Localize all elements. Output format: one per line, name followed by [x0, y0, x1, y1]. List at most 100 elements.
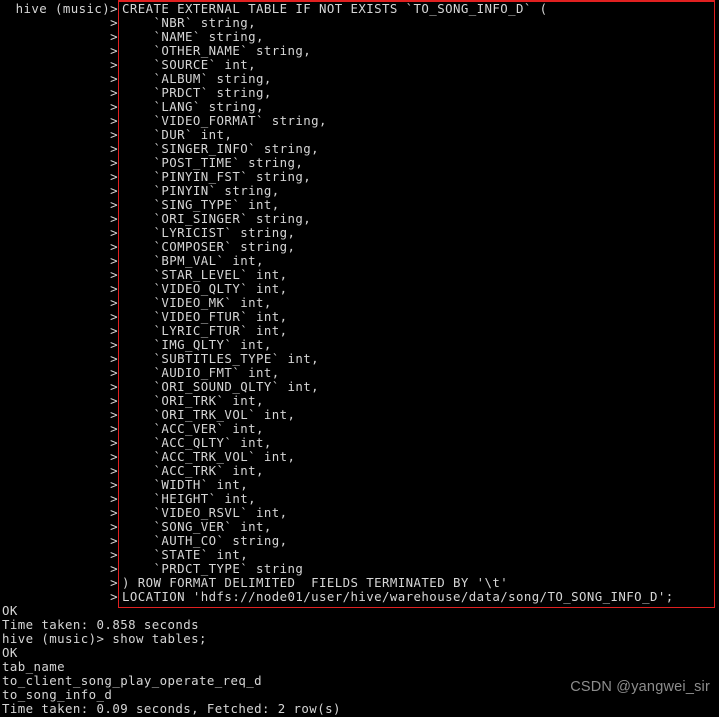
continuation-prompt: > — [110, 15, 118, 30]
terminal-line-text: `PRDCT_TYPE` string — [122, 561, 304, 576]
terminal-line: > `NAME` string, — [0, 30, 719, 44]
terminal-line-text: `ORI_TRK` int, — [122, 393, 264, 408]
terminal-line: > `PINYIN_FST` string, — [0, 170, 719, 184]
terminal-output-text: to_song_info_d — [2, 687, 113, 702]
terminal-line: > ) ROW FORMAT DELIMITED FIELDS TERMINATE… — [0, 576, 719, 590]
terminal-line: > `POST_TIME` string, — [0, 156, 719, 170]
continuation-prompt: > — [110, 393, 118, 408]
terminal-line-text: `WIDTH` int, — [122, 477, 249, 492]
terminal-line-text: `VIDEO_FORMAT` string, — [122, 113, 327, 128]
continuation-prompt: > — [110, 127, 118, 142]
terminal-line-text: `ACC_VER` int, — [122, 421, 264, 436]
terminal-line: > `OTHER_NAME` string, — [0, 44, 719, 58]
terminal-line-text: `ACC_QLTY` int, — [122, 435, 272, 450]
terminal-output-line: tab_name — [0, 660, 719, 674]
terminal-line: > `VIDEO_MK` int, — [0, 296, 719, 310]
terminal-line: > `ORI_SINGER` string, — [0, 212, 719, 226]
terminal-line: > `PRDCT` string, — [0, 86, 719, 100]
terminal-line: > `VIDEO_RSVL` int, — [0, 506, 719, 520]
terminal-line: > `COMPOSER` string, — [0, 240, 719, 254]
terminal-output-line: hive (music)> show tables; — [0, 632, 719, 646]
terminal-line-text: `HEIGHT` int, — [122, 491, 256, 506]
terminal-line: > `ORI_TRK` int, — [0, 394, 719, 408]
terminal-line-text: `NAME` string, — [122, 29, 264, 44]
terminal-line: > `DUR` int, — [0, 128, 719, 142]
terminal-line: > `SUBTITLES_TYPE` int, — [0, 352, 719, 366]
continuation-prompt: > — [110, 435, 118, 450]
terminal-output-line: Time taken: 0.09 seconds, Fetched: 2 row… — [0, 702, 719, 716]
terminal-window[interactable]: hive (music)> CREATE EXTERNAL TABLE IF NO… — [0, 0, 719, 717]
terminal-line-text: `SONG_VER` int, — [122, 519, 272, 534]
continuation-prompt: > — [110, 155, 118, 170]
terminal-line-text: `NBR` string, — [122, 15, 256, 30]
terminal-line-text: `POST_TIME` string, — [122, 155, 304, 170]
terminal-output-text: hive (music)> show tables; — [2, 631, 207, 646]
continuation-prompt: > — [110, 547, 118, 562]
continuation-prompt: > — [110, 561, 118, 576]
continuation-prompt: > — [110, 43, 118, 58]
continuation-prompt: > — [110, 197, 118, 212]
terminal-line: > `LANG` string, — [0, 100, 719, 114]
terminal-screen: hive (music)> CREATE EXTERNAL TABLE IF NO… — [0, 0, 719, 716]
terminal-line: > `NBR` string, — [0, 16, 719, 30]
terminal-line: > `WIDTH` int, — [0, 478, 719, 492]
continuation-prompt: > — [110, 225, 118, 240]
terminal-output-line: OK — [0, 604, 719, 618]
terminal-line: > `HEIGHT` int, — [0, 492, 719, 506]
terminal-line-text: CREATE EXTERNAL TABLE IF NOT EXISTS `TO_… — [122, 1, 548, 16]
terminal-output-text: Time taken: 0.09 seconds, Fetched: 2 row… — [2, 701, 341, 716]
terminal-line: > `AUDIO_FMT` int, — [0, 366, 719, 380]
continuation-prompt: > — [110, 71, 118, 86]
terminal-line: > `SONG_VER` int, — [0, 520, 719, 534]
terminal-line-text: `AUDIO_FMT` int, — [122, 365, 280, 380]
terminal-line: > LOCATION 'hdfs://node01/user/hive/wareh… — [0, 590, 719, 604]
terminal-line-text: `BPM_VAL` int, — [122, 253, 264, 268]
sql-statement-block: hive (music)> CREATE EXTERNAL TABLE IF NO… — [0, 2, 719, 604]
terminal-line: > `AUTH_CO` string, — [0, 534, 719, 548]
terminal-line: > `ALBUM` string, — [0, 72, 719, 86]
terminal-output-text: OK — [2, 645, 18, 660]
continuation-prompt: > — [110, 29, 118, 44]
terminal-line-text: ) ROW FORMAT DELIMITED FIELDS TERMINATED… — [122, 575, 509, 590]
terminal-line-text: `ORI_SOUND_QLTY` int, — [122, 379, 319, 394]
continuation-prompt: > — [110, 281, 118, 296]
continuation-prompt: > — [110, 169, 118, 184]
terminal-line: > `ACC_VER` int, — [0, 422, 719, 436]
terminal-line: > `VIDEO_FTUR` int, — [0, 310, 719, 324]
terminal-line-text: `SINGER_INFO` string, — [122, 141, 319, 156]
continuation-prompt: > — [110, 449, 118, 464]
continuation-prompt: > — [110, 57, 118, 72]
terminal-output-text: Time taken: 0.858 seconds — [2, 617, 199, 632]
terminal-line: > `VIDEO_FORMAT` string, — [0, 114, 719, 128]
terminal-line-text: `ALBUM` string, — [122, 71, 272, 86]
terminal-line: > `PRDCT_TYPE` string — [0, 562, 719, 576]
continuation-prompt: > — [110, 183, 118, 198]
terminal-line-text: `COMPOSER` string, — [122, 239, 296, 254]
terminal-line-text: `DUR` int, — [122, 127, 233, 142]
continuation-prompt: > — [110, 575, 118, 590]
continuation-prompt: > — [110, 365, 118, 380]
terminal-line-text: `VIDEO_MK` int, — [122, 295, 272, 310]
continuation-prompt: > — [110, 141, 118, 156]
terminal-line: > `ACC_TRK_VOL` int, — [0, 450, 719, 464]
terminal-output-line: OK — [0, 646, 719, 660]
terminal-line-text: `VIDEO_FTUR` int, — [122, 309, 288, 324]
terminal-line-text: `PRDCT` string, — [122, 85, 272, 100]
terminal-line-text: `SING_TYPE` int, — [122, 197, 280, 212]
terminal-line: > `SING_TYPE` int, — [0, 198, 719, 212]
continuation-prompt: > — [110, 253, 118, 268]
terminal-line: > `ACC_QLTY` int, — [0, 436, 719, 450]
terminal-line-text: `LYRIC_FTUR` int, — [122, 323, 288, 338]
terminal-line-text: `ACC_TRK_VOL` int, — [122, 449, 296, 464]
continuation-prompt: > — [110, 519, 118, 534]
terminal-line-text: `OTHER_NAME` string, — [122, 43, 312, 58]
terminal-line: > `VIDEO_QLTY` int, — [0, 282, 719, 296]
continuation-prompt: > — [110, 267, 118, 282]
continuation-prompt: > — [110, 113, 118, 128]
terminal-line: > `PINYIN` string, — [0, 184, 719, 198]
terminal-line-text: LOCATION 'hdfs://node01/user/hive/wareho… — [122, 589, 674, 604]
terminal-line-text: `PINYIN` string, — [122, 183, 280, 198]
terminal-line-text: `SUBTITLES_TYPE` int, — [122, 351, 319, 366]
continuation-prompt: > — [110, 211, 118, 226]
terminal-line-text: `ORI_TRK_VOL` int, — [122, 407, 296, 422]
